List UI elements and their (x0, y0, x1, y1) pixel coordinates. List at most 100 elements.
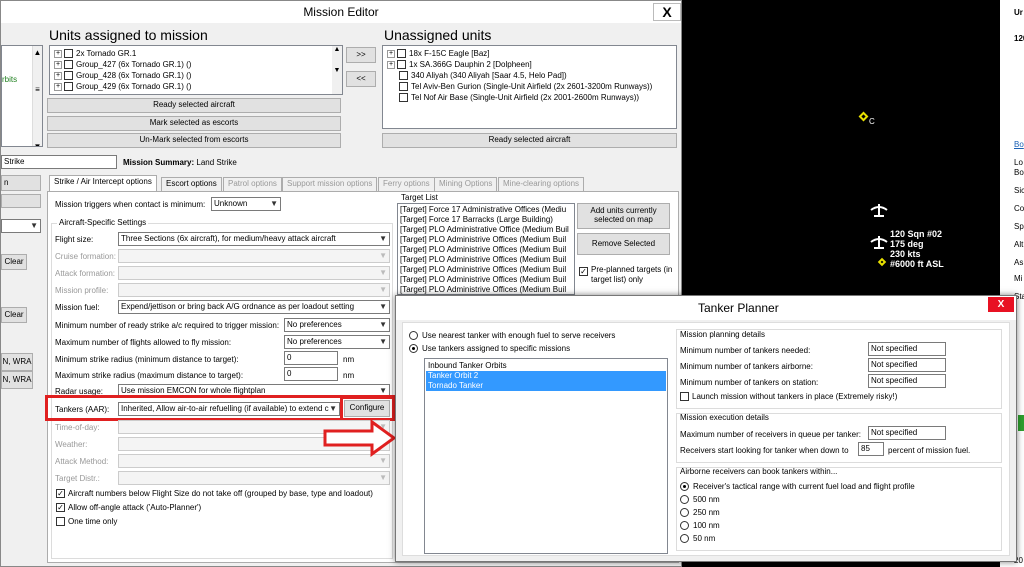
checkbox-off-angle[interactable]: ✓ Allow off-angle attack ('Auto-Planner') (56, 503, 201, 513)
tab-strike[interactable]: Strike / Air Intercept options (49, 175, 157, 191)
min-tankers-needed-label: Minimum number of tankers needed: (680, 346, 811, 355)
max-receivers-input[interactable]: Not specified (868, 426, 946, 440)
tab-ferry[interactable]: Ferry options (378, 177, 435, 191)
tanker-planner-titlebar: Tanker Planner (396, 296, 1016, 320)
tree-item[interactable]: +2x Tornado GR.1 (54, 48, 338, 59)
preplanned-checkbox[interactable]: ✓ Pre-planned targets (in target list) on… (579, 265, 675, 285)
target-distr-select: ▼ (118, 471, 390, 485)
attack-formation-select: ▼ (118, 266, 390, 280)
execution-header: Mission execution details (680, 413, 769, 422)
move-right-button[interactable]: >> (346, 47, 376, 63)
checkbox-one-time[interactable]: One time only (56, 517, 117, 527)
radio-100nm[interactable]: 100 nm (680, 521, 720, 531)
flight-size-select[interactable]: Three Sections (6x aircraft), for medium… (118, 232, 390, 246)
tree-item[interactable]: + Group_427 (6x Tornado GR.1) () (54, 59, 338, 70)
ready-selected-button[interactable]: Ready selected aircraft (47, 98, 341, 113)
list-item[interactable]: Inbound Tanker Orbits (426, 360, 666, 371)
min-tankers-station-label: Minimum number of tankers on station: (680, 378, 819, 387)
aircraft-settings-label: Aircraft-Specific Settings (57, 218, 149, 227)
min-ready-select[interactable]: No preferences ▼ (284, 318, 390, 332)
radio-nearest-tanker[interactable]: Use nearest tanker with enough fuel to s… (409, 331, 615, 341)
list-item[interactable]: [Target] Force 17 Barracks (Large Buildi… (400, 215, 572, 225)
left-button-2[interactable] (1, 194, 41, 208)
mission-fuel-select[interactable]: Expend/jettison or bring back A/G ordnan… (118, 300, 390, 314)
tanker-missions-list[interactable]: Inbound Tanker Orbits Tanker Orbit 2 Tor… (424, 358, 668, 554)
list-item[interactable]: [Target] PLO Administrive Offices (Mediu… (400, 245, 572, 255)
clear-button-1[interactable]: Clear (1, 254, 27, 270)
tree-item[interactable]: Tel Aviv-Ben Gurion (Single-Unit Airfiel… (387, 81, 672, 92)
add-units-button[interactable]: Add units currently selected on map (577, 203, 670, 229)
tree-item[interactable]: 340 Aliyah (340 Aliyah [Saar 4.5, Helo P… (387, 70, 672, 81)
mark-escorts-button[interactable]: Mark selected as escorts (47, 116, 341, 131)
weather-label: Weather: (55, 440, 88, 449)
target-list[interactable]: [Target] Force 17 Administrative Offices… (397, 203, 575, 295)
assigned-units-tree[interactable]: +2x Tornado GR.1 + Group_427 (6x Tornado … (49, 45, 343, 95)
planning-header: Mission planning details (680, 330, 765, 339)
radio-tactical-range[interactable]: Receiver's tactical range with current f… (680, 482, 915, 492)
left-button-1[interactable]: n (1, 175, 41, 191)
wra-button-2[interactable]: N, WRA (1, 371, 33, 389)
triggers-select[interactable]: Unknown ▼ (211, 197, 281, 211)
map-unit-label: 120 Sqn #02 175 deg 230 kts #6000 ft ASL (890, 229, 944, 269)
mission-editor-titlebar: Mission Editor (1, 1, 681, 23)
flight-size-label: Flight size: (55, 235, 94, 244)
list-item[interactable]: [Target] PLO Administrive Offices (Mediu… (400, 255, 572, 265)
list-item[interactable]: [Target] PLO Administrative Office (Medi… (400, 225, 572, 235)
radio-50nm[interactable]: 50 nm (680, 534, 715, 544)
close-button[interactable]: X (988, 297, 1014, 312)
target-distr-label: Target Distr.: (55, 474, 100, 483)
list-item[interactable]: [Target] PLO Administrive Offices (Mediu… (400, 265, 572, 275)
list-item[interactable]: [Target] PLO Administrive Offices (Mediu… (400, 285, 572, 294)
tree-item[interactable]: +18x F-15C Eagle [Baz] (387, 48, 672, 59)
tree-item[interactable]: +1x SA.366G Dauphin 2 [Dolpheen] (387, 59, 672, 70)
tree-item[interactable]: + Group_428 (6x Tornado GR.1) () (54, 70, 338, 81)
tab-support[interactable]: Support mission options (282, 177, 378, 191)
close-button[interactable]: X (653, 3, 681, 21)
list-item[interactable]: Tornado Tanker (426, 381, 666, 391)
min-tankers-airborne-label: Minimum number of tankers airborne: (680, 362, 813, 371)
receivers-start-input[interactable]: 85 (858, 442, 884, 456)
range-group (676, 467, 1002, 551)
dialog-title: Tanker Planner (698, 301, 779, 315)
left-dropdown[interactable]: ▼ (1, 219, 41, 233)
list-item[interactable]: [Target] Force 17 Administrative Offices… (400, 205, 572, 215)
tab-mine-clearing[interactable]: Mine-clearing options (498, 177, 585, 191)
cruise-formation-label: Cruise formation: (55, 252, 116, 261)
tree-item[interactable]: + Group_429 (6x Tornado GR.1) () (54, 81, 338, 92)
unmark-escorts-button[interactable]: Un-Mark selected from escorts (47, 133, 341, 148)
min-tankers-airborne-input[interactable]: Not specified (868, 358, 946, 372)
checkbox-below-flight-size[interactable]: ✓ Aircraft numbers below Flight Size do n… (56, 489, 373, 499)
launch-without-checkbox[interactable]: Launch mission without tankers in place … (680, 392, 897, 402)
aircraft-icon[interactable] (868, 200, 890, 220)
max-radius-input[interactable]: 0 (284, 367, 338, 381)
clear-button-2[interactable]: Clear (1, 307, 27, 323)
min-tankers-needed-input[interactable]: Not specified (868, 342, 946, 356)
ready-selected-right-button[interactable]: Ready selected aircraft (382, 133, 677, 148)
max-flights-select[interactable]: No preferences ▼ (284, 335, 390, 349)
unassigned-units-tree[interactable]: +18x F-15C Eagle [Baz] +1x SA.366G Dauph… (382, 45, 677, 129)
attack-formation-label: Attack formation: (55, 269, 116, 278)
arrow-annotation (323, 419, 397, 457)
aircraft-icon[interactable] (868, 232, 890, 252)
min-ready-label: Minimum number of ready strike a/c requi… (55, 321, 280, 330)
radio-250nm[interactable]: 250 nm (680, 508, 720, 518)
tab-patrol[interactable]: Patrol options (223, 177, 282, 191)
time-of-day-label: Time-of-day: (55, 423, 100, 432)
remove-selected-button[interactable]: Remove Selected (577, 233, 670, 255)
window-title: Mission Editor (303, 5, 379, 19)
list-item[interactable]: [Target] PLO Administrive Offices (Mediu… (400, 275, 572, 285)
cruise-formation-select: ▼ (118, 249, 390, 263)
move-left-button[interactable]: << (346, 71, 376, 87)
list-item[interactable]: [Target] PLO Administrive Offices (Mediu… (400, 235, 572, 245)
min-radius-input[interactable]: 0 (284, 351, 338, 365)
tab-mining[interactable]: Mining Options (434, 177, 498, 191)
mission-name-input[interactable]: Strike (1, 155, 117, 169)
radio-500nm[interactable]: 500 nm (680, 495, 720, 505)
wra-button-1[interactable]: N, WRA (1, 353, 33, 371)
tab-escort[interactable]: Escort options (161, 177, 222, 191)
list-item[interactable]: Tanker Orbit 2 (426, 371, 666, 381)
tree-item[interactable]: Tel Nof Air Base (Single-Unit Airfield (… (387, 92, 672, 103)
min-tankers-station-input[interactable]: Not specified (868, 374, 946, 388)
left-orbits-list[interactable]: rbits ▲ ≡ ▼ (1, 45, 43, 147)
radio-assigned-tankers[interactable]: Use tankers assigned to specific mission… (409, 344, 570, 354)
